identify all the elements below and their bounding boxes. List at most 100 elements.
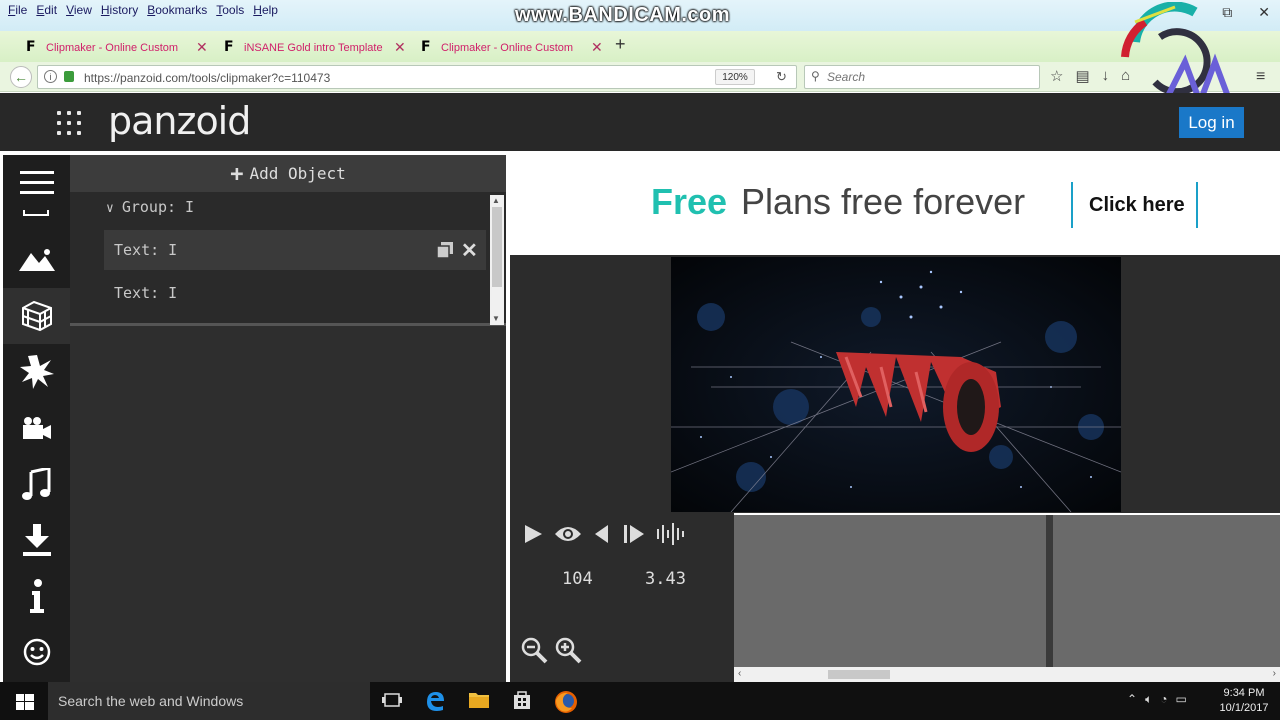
play-icon[interactable] <box>522 523 544 545</box>
tab-clipmaker-2[interactable]: F Clipmaker - Online Custom ✕ <box>415 34 603 61</box>
menu-edit[interactable]: Edit <box>36 3 57 17</box>
list-item-text[interactable]: Text: I <box>114 241 177 259</box>
site-header: panzoid Log in <box>0 93 1280 151</box>
hamburger-menu-icon[interactable]: ≡ <box>1256 68 1265 86</box>
new-tab-icon[interactable]: + <box>615 34 626 55</box>
scroll-thumb[interactable] <box>492 207 502 287</box>
system-clock[interactable]: 9:34 PM 10/1/2017 <box>1214 686 1274 716</box>
visibility-eye-icon[interactable] <box>554 523 582 545</box>
lock-icon <box>64 71 74 82</box>
audio-waveform-icon[interactable] <box>656 523 684 545</box>
timeline-scrollbar[interactable]: ‹ › <box>734 667 1280 682</box>
delete-icon[interactable]: ✕ <box>461 238 478 263</box>
ad-divider <box>1071 182 1073 228</box>
scroll-thumb[interactable] <box>828 670 890 679</box>
tool-sidebar <box>3 155 70 682</box>
menu-view[interactable]: View <box>66 3 92 17</box>
search-box[interactable]: ⚲ <box>804 65 1040 89</box>
system-tray: ⌃ 🔈︎ ◔ ▭ <box>1127 692 1187 707</box>
menu-icon[interactable] <box>3 155 70 211</box>
image-icon[interactable] <box>3 232 70 288</box>
previous-frame-icon[interactable] <box>592 523 612 545</box>
menu-tools[interactable]: Tools <box>216 3 244 17</box>
network-icon[interactable]: ◔ <box>1160 692 1167 707</box>
site-logo[interactable]: panzoid <box>108 99 251 143</box>
preview-area <box>510 255 1280 513</box>
tab-close-icon[interactable]: ✕ <box>394 39 406 56</box>
object-list-scrollbar[interactable]: ▲ ▼ <box>490 195 504 325</box>
camera-icon[interactable] <box>3 400 70 456</box>
object-panel: + Add Object ∨ Group: I Text: I ✕ Text: I … <box>70 155 506 682</box>
menu-file[interactable]: File <box>8 3 27 17</box>
3d-object-icon[interactable] <box>3 288 70 344</box>
volume-icon[interactable]: 🔈︎ <box>1145 692 1152 707</box>
effects-burst-icon[interactable] <box>3 344 70 400</box>
task-view-icon[interactable] <box>382 690 402 710</box>
timeline[interactable] <box>734 515 1280 667</box>
recording-watermark: www.BANDICAM.com <box>515 4 731 26</box>
tab-close-icon[interactable]: ✕ <box>196 39 208 56</box>
scroll-down-icon[interactable]: ▼ <box>492 314 500 323</box>
windows-taskbar: Search the web and Windows ⌃ 🔈︎ ◔ ▭ 9:34… <box>0 682 1280 720</box>
download-icon[interactable] <box>3 512 70 568</box>
object-list: ∨ Group: I Text: I ✕ Text: I ▲ ▼ <box>70 192 506 326</box>
clock-time: 9:34 PM <box>1223 687 1265 699</box>
smiley-icon[interactable] <box>3 624 70 680</box>
zoom-in-icon[interactable] <box>554 636 582 664</box>
search-input[interactable] <box>827 69 1027 85</box>
video-preview[interactable] <box>671 257 1121 512</box>
login-button[interactable]: Log in <box>1179 107 1244 138</box>
tab-clipmaker-1[interactable]: F Clipmaker - Online Custom ✕ <box>20 34 208 61</box>
firefox-icon[interactable] <box>554 690 578 714</box>
chevron-down-icon[interactable]: ∨ <box>106 201 114 216</box>
zoom-level[interactable]: 120% <box>715 69 755 85</box>
reload-icon[interactable]: ↻ <box>776 69 787 85</box>
add-object-button[interactable]: + Add Object <box>70 155 506 192</box>
ad-click-here-button[interactable]: Click here <box>1089 194 1185 217</box>
tab-title: Clipmaker - Online Custom <box>441 41 574 54</box>
ad-banner[interactable]: Free Plans free forever Click here <box>510 155 1277 255</box>
taskbar-search[interactable]: Search the web and Windows <box>48 682 370 720</box>
bookmark-star-icon[interactable]: ☆ <box>1050 67 1063 85</box>
search-icon: ⚲ <box>811 69 820 83</box>
notification-icon[interactable]: ▭ <box>1176 692 1187 707</box>
chevron-up-icon[interactable]: ⌃ <box>1127 692 1137 707</box>
url-bar[interactable]: i https://panzoid.com/tools/clipmaker?c=… <box>37 65 797 89</box>
scroll-up-icon[interactable]: ▲ <box>492 196 500 205</box>
url-text[interactable]: https://panzoid.com/tools/clipmaker?c=11… <box>84 71 330 85</box>
duplicate-icon[interactable] <box>436 241 454 259</box>
zoom-controls <box>520 636 582 664</box>
next-frame-icon[interactable] <box>622 523 646 545</box>
tab-strip: F Clipmaker - Online Custom ✕ F iNSANE G… <box>0 31 1280 62</box>
tab-insane-gold[interactable]: F iNSANE Gold intro Template ✕ <box>218 34 406 61</box>
browser-menubar: File Edit View History Bookmarks Tools H… <box>0 0 1280 31</box>
back-icon[interactable]: ← <box>10 66 32 88</box>
frame-counter: 104 <box>562 569 593 589</box>
tab-close-icon[interactable]: ✕ <box>591 39 603 56</box>
ad-free-text: Free <box>651 181 728 222</box>
panzoid-favicon-icon: F <box>224 39 234 55</box>
scroll-left-icon[interactable]: ‹ <box>738 668 741 679</box>
apps-grid-icon[interactable] <box>57 111 81 135</box>
panel-handle-icon <box>23 210 49 216</box>
clock-date: 10/1/2017 <box>1219 702 1269 714</box>
list-item-label: Group: I <box>121 198 195 216</box>
store-icon[interactable] <box>512 690 532 710</box>
info-icon[interactable] <box>3 568 70 624</box>
panzoid-favicon-icon: F <box>26 39 36 55</box>
edge-browser-icon[interactable] <box>424 690 446 712</box>
menu-bookmarks[interactable]: Bookmarks <box>147 3 207 17</box>
file-explorer-icon[interactable] <box>468 690 490 710</box>
music-icon[interactable] <box>3 456 70 512</box>
menu-help[interactable]: Help <box>253 3 278 17</box>
reading-list-icon[interactable]: ▤ <box>1075 67 1089 85</box>
close-window-icon[interactable]: ✕ <box>1258 4 1270 21</box>
zoom-out-icon[interactable] <box>520 636 548 664</box>
list-item-text[interactable]: Text: I <box>114 284 177 302</box>
windows-start-icon[interactable] <box>16 694 34 710</box>
scroll-right-icon[interactable]: › <box>1273 668 1276 679</box>
menu-history[interactable]: History <box>101 3 138 17</box>
list-item-group[interactable]: ∨ Group: I <box>106 198 194 216</box>
timeline-playhead[interactable] <box>1046 515 1053 667</box>
info-icon[interactable]: i <box>44 70 57 83</box>
